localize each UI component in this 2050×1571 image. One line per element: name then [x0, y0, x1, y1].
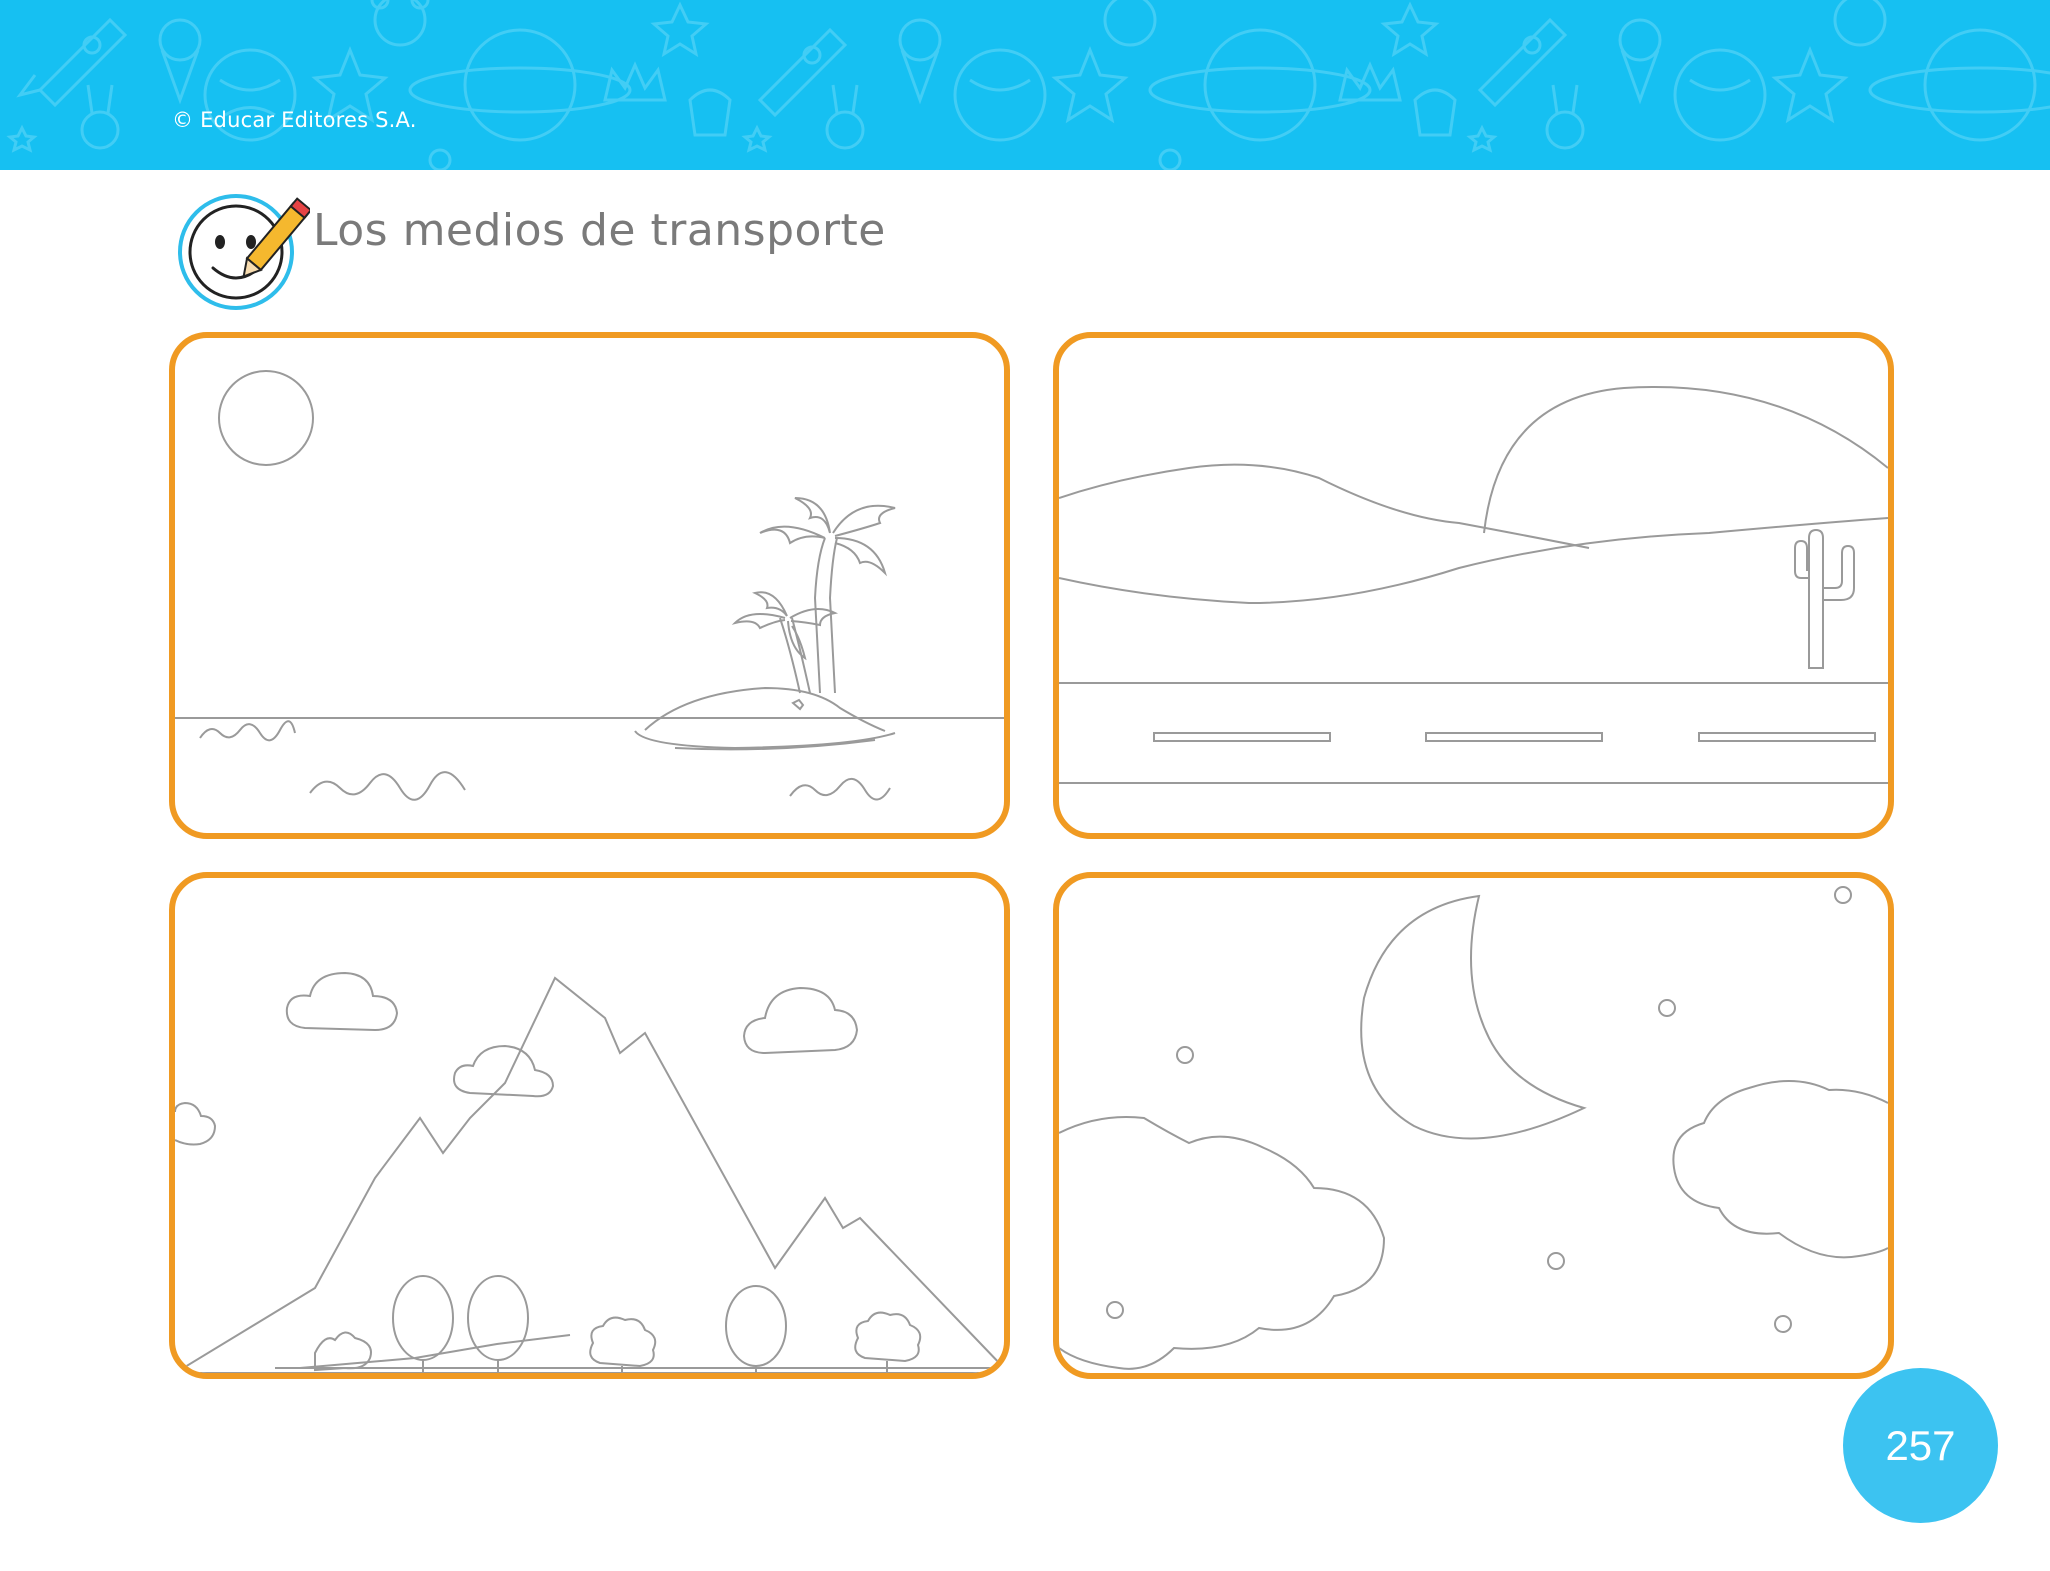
palm-tree-icon — [731, 497, 896, 711]
star-dot-icon — [1547, 1252, 1565, 1270]
sun-icon — [218, 370, 314, 466]
crown-icon — [603, 61, 667, 102]
wave-icon — [789, 778, 891, 801]
rocket-icon — [16, 17, 128, 108]
bunny-icon — [80, 84, 120, 150]
tree-icon — [725, 1285, 787, 1373]
star-dot-icon — [1774, 1315, 1792, 1333]
lollipop-icon — [428, 148, 452, 170]
bush-icon — [589, 1316, 657, 1373]
small-star-icon — [1466, 124, 1498, 153]
planet-icon — [408, 28, 632, 142]
smiley-pencil-icon — [178, 194, 310, 310]
rocket-icon — [757, 27, 848, 118]
palm-island-scene — [175, 370, 1004, 801]
panel-sea-island — [169, 332, 1010, 839]
top-banner: © Educar Editores S.A. — [0, 0, 2050, 170]
cloud-icon — [175, 1101, 217, 1146]
cloud-icon — [1672, 1080, 1888, 1259]
mountain-icon — [175, 976, 1004, 1373]
page-title: Los medios de transporte — [313, 205, 886, 256]
globe-icon — [953, 48, 1047, 142]
rocket-icon — [1477, 17, 1568, 108]
road-dash — [1698, 732, 1876, 742]
desert-road-scene — [1059, 386, 1888, 784]
cupcake-icon — [688, 88, 732, 137]
copyright-text: © Educar Editores S.A. — [172, 108, 417, 132]
cloud-icon — [453, 1044, 555, 1098]
tree-icon — [467, 1275, 529, 1373]
star-icon — [650, 1, 710, 58]
star-icon — [1380, 1, 1440, 58]
sun-icon — [1483, 386, 1888, 534]
cloud-icon — [742, 986, 859, 1055]
road-dash — [1153, 732, 1331, 742]
small-star-icon — [6, 124, 38, 153]
globe-icon — [1673, 48, 1767, 142]
panel-mountain — [169, 872, 1010, 1379]
crown-icon — [1338, 61, 1402, 102]
doodle-pattern — [6, 0, 2050, 170]
ice-cream-icon — [898, 18, 942, 105]
dune-front — [1059, 517, 1888, 605]
planet-icon — [1868, 28, 2050, 142]
planet-icon — [1148, 28, 1372, 142]
bunny-icon — [825, 84, 865, 150]
panel-desert-road — [1053, 332, 1894, 839]
ice-cream-icon — [1618, 18, 1662, 105]
moon-night-scene — [1059, 886, 1888, 1370]
cloud-icon — [285, 971, 399, 1032]
bush-icon — [854, 1311, 922, 1373]
moon-icon — [1360, 894, 1587, 1140]
wave-icon — [199, 720, 296, 742]
cloud-icon — [1059, 1116, 1386, 1370]
small-star-icon — [741, 124, 773, 153]
star-icon — [1771, 45, 1849, 124]
lollipop-icon — [1158, 148, 1182, 170]
star-dot-icon — [1658, 999, 1676, 1017]
panel-night-sky — [1053, 872, 1894, 1379]
dune-back — [1059, 463, 1590, 549]
page-number: 257 — [1885, 1421, 1956, 1469]
ice-cream-icon — [158, 18, 202, 105]
mountain-scene — [175, 971, 1004, 1373]
star-icon — [1051, 45, 1129, 124]
star-dot-icon — [1176, 1046, 1194, 1064]
bear-icon — [370, 0, 430, 47]
star-dot-icon — [1834, 886, 1852, 904]
page-number-badge: 257 — [1843, 1368, 1998, 1523]
road-dash — [1425, 732, 1603, 742]
bear-icon — [1833, 0, 1887, 47]
bear-icon — [1103, 0, 1157, 47]
wave-icon — [309, 771, 466, 801]
cactus-icon — [1794, 528, 1855, 669]
star-dot-icon — [1106, 1301, 1124, 1319]
bunny-icon — [1545, 84, 1585, 150]
cupcake-icon — [1413, 88, 1457, 137]
